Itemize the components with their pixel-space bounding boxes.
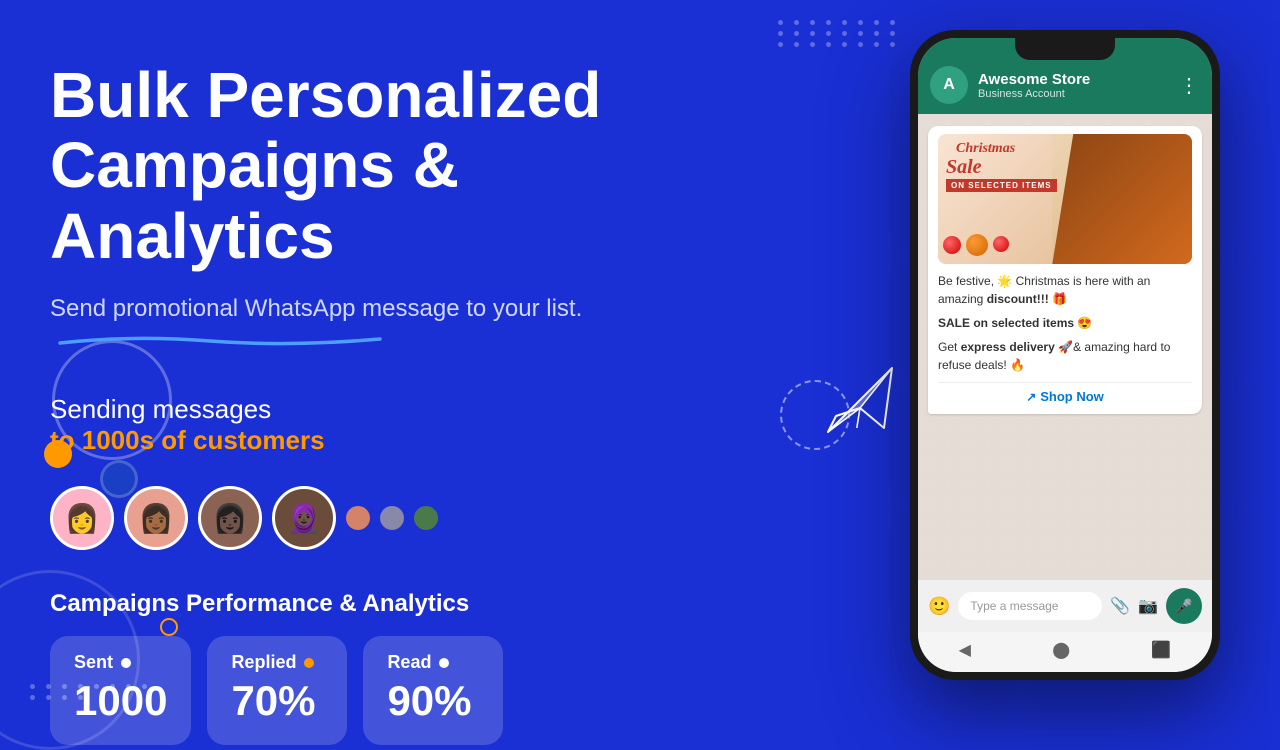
message-text-2: Get express delivery 🚀& amazing hard to … — [938, 338, 1192, 374]
whatsapp-footer: 🙂 Type a message 📎 📷 🎤 — [918, 579, 1212, 632]
phone-notch — [1015, 38, 1115, 60]
stats-row: Sent 1000 Replied 70% Read 90% — [50, 636, 730, 745]
avatar-1: 👩 — [50, 486, 114, 550]
avatar-4: 🧕🏿 — [272, 486, 336, 550]
contact-avatar: A — [930, 66, 968, 104]
performance-title: Campaigns Performance & Analytics — [50, 590, 730, 618]
attach-icon[interactable]: 📎 — [1110, 596, 1130, 616]
underline-decoration — [50, 331, 390, 349]
christmas-text-overlay: Christmas Sale ON SELECTED ITEMS — [946, 142, 1057, 192]
extra-dot-3 — [414, 506, 438, 530]
phone-screen: A Awesome Store Business Account ⋮ — [918, 38, 1212, 672]
chat-area[interactable]: Christmas Sale ON SELECTED ITEMS Be fest… — [918, 114, 1212, 579]
main-title: Bulk Personalized Campaigns & Analytics — [50, 60, 730, 271]
extra-dot-1 — [346, 506, 370, 530]
contact-info: Awesome Store Business Account — [978, 71, 1169, 100]
avatars-row: 👩 👩🏾 👩🏿 🧕🏿 — [50, 486, 730, 550]
stat-value-replied: 70% — [231, 677, 323, 725]
stat-value-sent: 1000 — [74, 677, 167, 725]
message-input[interactable]: Type a message — [958, 592, 1102, 620]
stat-value-read: 90% — [387, 677, 479, 725]
paper-plane-decoration — [780, 360, 900, 480]
subtitle-text: Send promotional WhatsApp message to you… — [50, 295, 730, 323]
nav-back-icon[interactable]: ◀ — [959, 640, 971, 660]
extra-dot-2 — [380, 506, 404, 530]
stat-label-read: Read — [387, 652, 479, 673]
sending-section: Sending messages to 1000s of customers — [50, 394, 730, 456]
stat-card-sent: Sent 1000 — [50, 636, 191, 745]
nav-recent-icon[interactable]: ⬛ — [1151, 640, 1171, 660]
contact-name: Awesome Store — [978, 71, 1169, 88]
contact-status: Business Account — [978, 88, 1169, 100]
stat-card-read: Read 90% — [363, 636, 503, 745]
sending-highlight-text: to 1000s of customers — [50, 425, 325, 455]
dots-grid-top — [778, 20, 900, 47]
stat-label-sent: Sent — [74, 652, 167, 673]
menu-icon[interactable]: ⋮ — [1179, 73, 1200, 98]
message-text-1: Be festive, 🌟 Christmas is here with an … — [938, 272, 1192, 308]
sending-label: Sending messages — [50, 394, 271, 425]
avatar-2: 👩🏾 — [124, 486, 188, 550]
avatar-3: 👩🏿 — [198, 486, 262, 550]
mic-button[interactable]: 🎤 — [1166, 588, 1202, 624]
stat-label-replied: Replied — [231, 652, 323, 673]
stat-card-replied: Replied 70% — [207, 636, 347, 745]
nav-home-icon[interactable]: ⬤ — [1052, 640, 1070, 660]
left-content-area: Bulk Personalized Campaigns & Analytics … — [50, 60, 730, 745]
sale-text: SALE on selected items 😍 — [938, 314, 1192, 332]
paper-plane-icon — [820, 360, 900, 440]
message-bubble: Christmas Sale ON SELECTED ITEMS Be fest… — [928, 126, 1202, 414]
camera-icon[interactable]: 📷 — [1138, 596, 1158, 616]
shop-now-button[interactable]: ↗ Shop Now — [938, 382, 1192, 406]
phone-outer: A Awesome Store Business Account ⋮ — [910, 30, 1220, 680]
phone-mockup: A Awesome Store Business Account ⋮ — [910, 30, 1220, 680]
promo-image: Christmas Sale ON SELECTED ITEMS — [938, 134, 1192, 264]
phone-nav-bar: ◀ ⬤ ⬛ — [918, 632, 1212, 672]
emoji-icon[interactable]: 🙂 — [928, 596, 950, 617]
